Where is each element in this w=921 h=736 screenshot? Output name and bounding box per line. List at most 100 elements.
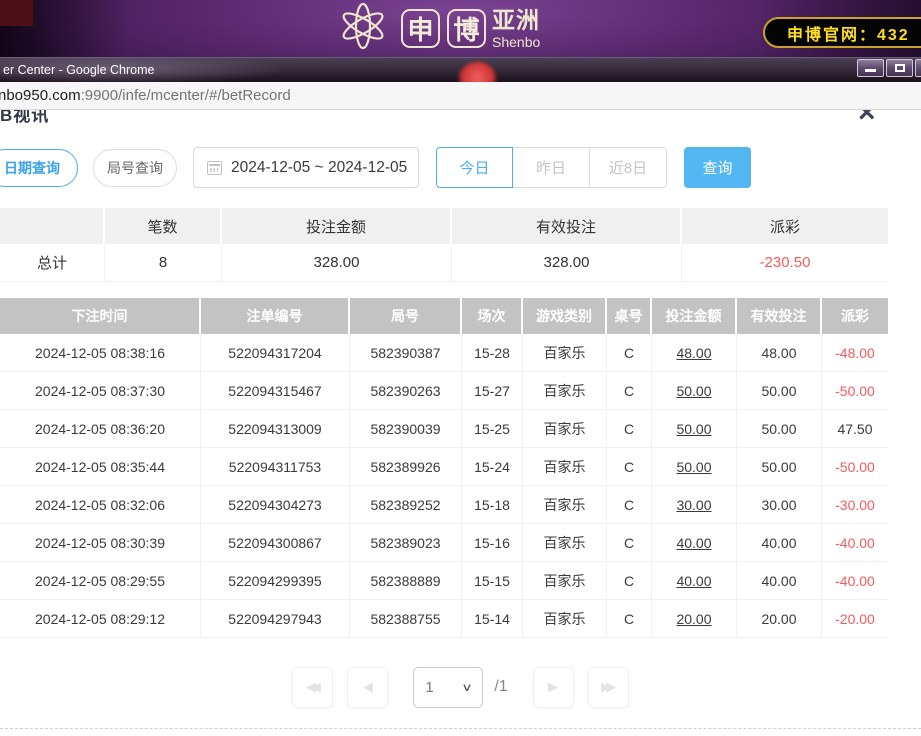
- cell-round-no: 582389252: [350, 486, 462, 523]
- window-titlebar: er Center - Google Chrome: [0, 57, 921, 82]
- first-page-button[interactable]: ◀◀: [292, 667, 333, 708]
- table-row: 2024-12-05 08:29:55 522094299395 5823888…: [0, 562, 888, 600]
- next-page-button[interactable]: ▶: [533, 667, 574, 708]
- cell-order-no: 522094304273: [201, 486, 350, 523]
- table-row: 2024-12-05 08:35:44 522094311753 5823899…: [0, 448, 888, 486]
- summary-valid-bet: 328.00: [452, 244, 682, 281]
- bet-amount-link[interactable]: 50.00: [652, 448, 737, 485]
- yesterday-button[interactable]: 昨日: [513, 147, 590, 188]
- cell-game-type: 百家乐: [523, 486, 607, 523]
- cell-table-no: C: [607, 562, 652, 599]
- minimize-icon: [865, 69, 876, 72]
- url-text: nbo950.com:9900/infe/mcenter/#/betRecord: [0, 87, 291, 104]
- table-row: 2024-12-05 08:37:30 522094315467 5823902…: [0, 372, 888, 410]
- maximize-button[interactable]: [886, 59, 913, 77]
- cell-table-no: C: [607, 524, 652, 561]
- bet-amount-link[interactable]: 40.00: [652, 524, 737, 561]
- summary-count: 8: [105, 244, 222, 281]
- address-bar[interactable]: nbo950.com:9900/infe/mcenter/#/betRecord: [0, 82, 921, 110]
- bottom-divider: [0, 728, 921, 729]
- site-logo: 申 博 亚洲 Shenbo: [332, 0, 540, 57]
- cell-game-type: 百家乐: [523, 410, 607, 447]
- cell-round-no: 582388755: [350, 600, 462, 637]
- cell-order-no: 522094313009: [201, 410, 350, 447]
- summary-header-row: 笔数 投注金额 有效投注 派彩: [0, 208, 888, 244]
- cell-valid-bet: 50.00: [737, 372, 822, 409]
- date-range-input[interactable]: 2024-12-05 ~ 2024-12-05: [193, 147, 419, 188]
- summary-bet-amount: 328.00: [222, 244, 452, 281]
- left-arrow-icon: ◀: [363, 679, 373, 695]
- cell-game-type: 百家乐: [523, 372, 607, 409]
- summary-table: 笔数 投注金额 有效投注 派彩 总计 8 328.00 328.00 -230.…: [0, 208, 888, 282]
- col-order-no: 注单编号: [201, 298, 350, 334]
- corner-red-box: [0, 0, 34, 26]
- chevron-down-icon: ∨: [462, 681, 473, 694]
- pagination: ◀◀ ◀ 1 ∨ /1 ▶ ▶▶: [0, 665, 921, 709]
- page-select[interactable]: 1 ∨: [413, 667, 483, 708]
- cell-session: 15-24: [462, 448, 523, 485]
- bet-amount-link[interactable]: 40.00: [652, 562, 737, 599]
- calendar-icon: [207, 161, 222, 175]
- bet-amount-link[interactable]: 20.00: [652, 600, 737, 637]
- cell-valid-bet: 48.00: [737, 334, 822, 371]
- table-row: 2024-12-05 08:38:16 522094317204 5823903…: [0, 334, 888, 372]
- bet-record-panel: B视讯 × 日期查询 局号查询 2024-12-05 ~ 2024-12-05 …: [0, 110, 921, 736]
- cell-round-no: 582390263: [350, 372, 462, 409]
- cell-bet-time: 2024-12-05 08:38:16: [0, 334, 201, 371]
- cell-valid-bet: 20.00: [737, 600, 822, 637]
- round-query-tab[interactable]: 局号查询: [93, 149, 177, 187]
- today-button[interactable]: 今日: [436, 147, 513, 188]
- bet-amount-link[interactable]: 50.00: [652, 410, 737, 447]
- cell-game-type: 百家乐: [523, 600, 607, 637]
- cell-bet-time: 2024-12-05 08:35:44: [0, 448, 201, 485]
- summary-header-bet-amount: 投注金额: [222, 208, 452, 244]
- cell-round-no: 582389926: [350, 448, 462, 485]
- last8days-button[interactable]: 近8日: [590, 147, 667, 188]
- table-row: 2024-12-05 08:29:12 522094297943 5823887…: [0, 600, 888, 638]
- col-bet-time: 下注时间: [0, 298, 201, 334]
- cell-round-no: 582390387: [350, 334, 462, 371]
- summary-header-payout: 派彩: [682, 208, 888, 244]
- cell-session: 15-28: [462, 334, 523, 371]
- site-banner: 申 博 亚洲 Shenbo 申博官网：432: [0, 0, 921, 57]
- logo-char-shen: 申: [401, 9, 440, 48]
- bet-amount-link[interactable]: 48.00: [652, 334, 737, 371]
- cell-table-no: C: [607, 448, 652, 485]
- cell-table-no: C: [607, 334, 652, 371]
- filter-bar: 日期查询 局号查询 2024-12-05 ~ 2024-12-05 今日 昨日 …: [0, 147, 921, 189]
- date-query-tab[interactable]: 日期查询: [0, 149, 78, 187]
- table-row: 2024-12-05 08:36:20 522094313009 5823900…: [0, 410, 888, 448]
- cell-order-no: 522094299395: [201, 562, 350, 599]
- cell-valid-bet: 30.00: [737, 486, 822, 523]
- cell-round-no: 582390039: [350, 410, 462, 447]
- cell-table-no: C: [607, 410, 652, 447]
- cell-payout: -50.00: [822, 448, 888, 485]
- search-button[interactable]: 查询: [684, 147, 751, 188]
- cell-game-type: 百家乐: [523, 562, 607, 599]
- summary-row-label: 总计: [0, 244, 105, 281]
- official-site-button[interactable]: 申博官网：432: [763, 17, 921, 48]
- section-title: B视讯: [0, 110, 49, 126]
- cell-payout: -20.00: [822, 600, 888, 637]
- col-bet-amount: 投注金额: [652, 298, 737, 334]
- cell-session: 15-14: [462, 600, 523, 637]
- bet-amount-link[interactable]: 50.00: [652, 372, 737, 409]
- prev-page-button[interactable]: ◀: [347, 667, 388, 708]
- minimize-button[interactable]: [857, 59, 884, 77]
- cell-table-no: C: [607, 372, 652, 409]
- col-payout: 派彩: [822, 298, 888, 334]
- maximize-icon: [895, 64, 905, 72]
- cell-order-no: 522094317204: [201, 334, 350, 371]
- col-valid-bet: 有效投注: [737, 298, 822, 334]
- close-button[interactable]: [915, 59, 921, 77]
- cell-order-no: 522094311753: [201, 448, 350, 485]
- bet-amount-link[interactable]: 30.00: [652, 486, 737, 523]
- date-range-value: 2024-12-05 ~ 2024-12-05: [231, 159, 407, 177]
- last-page-button[interactable]: ▶▶: [588, 667, 629, 708]
- panel-close-icon[interactable]: ×: [858, 110, 876, 130]
- cell-valid-bet: 50.00: [737, 410, 822, 447]
- cell-game-type: 百家乐: [523, 334, 607, 371]
- logo-region: 亚洲: [492, 9, 540, 32]
- table-row: 2024-12-05 08:32:06 522094304273 5823892…: [0, 486, 888, 524]
- summary-header-valid-bet: 有效投注: [452, 208, 682, 244]
